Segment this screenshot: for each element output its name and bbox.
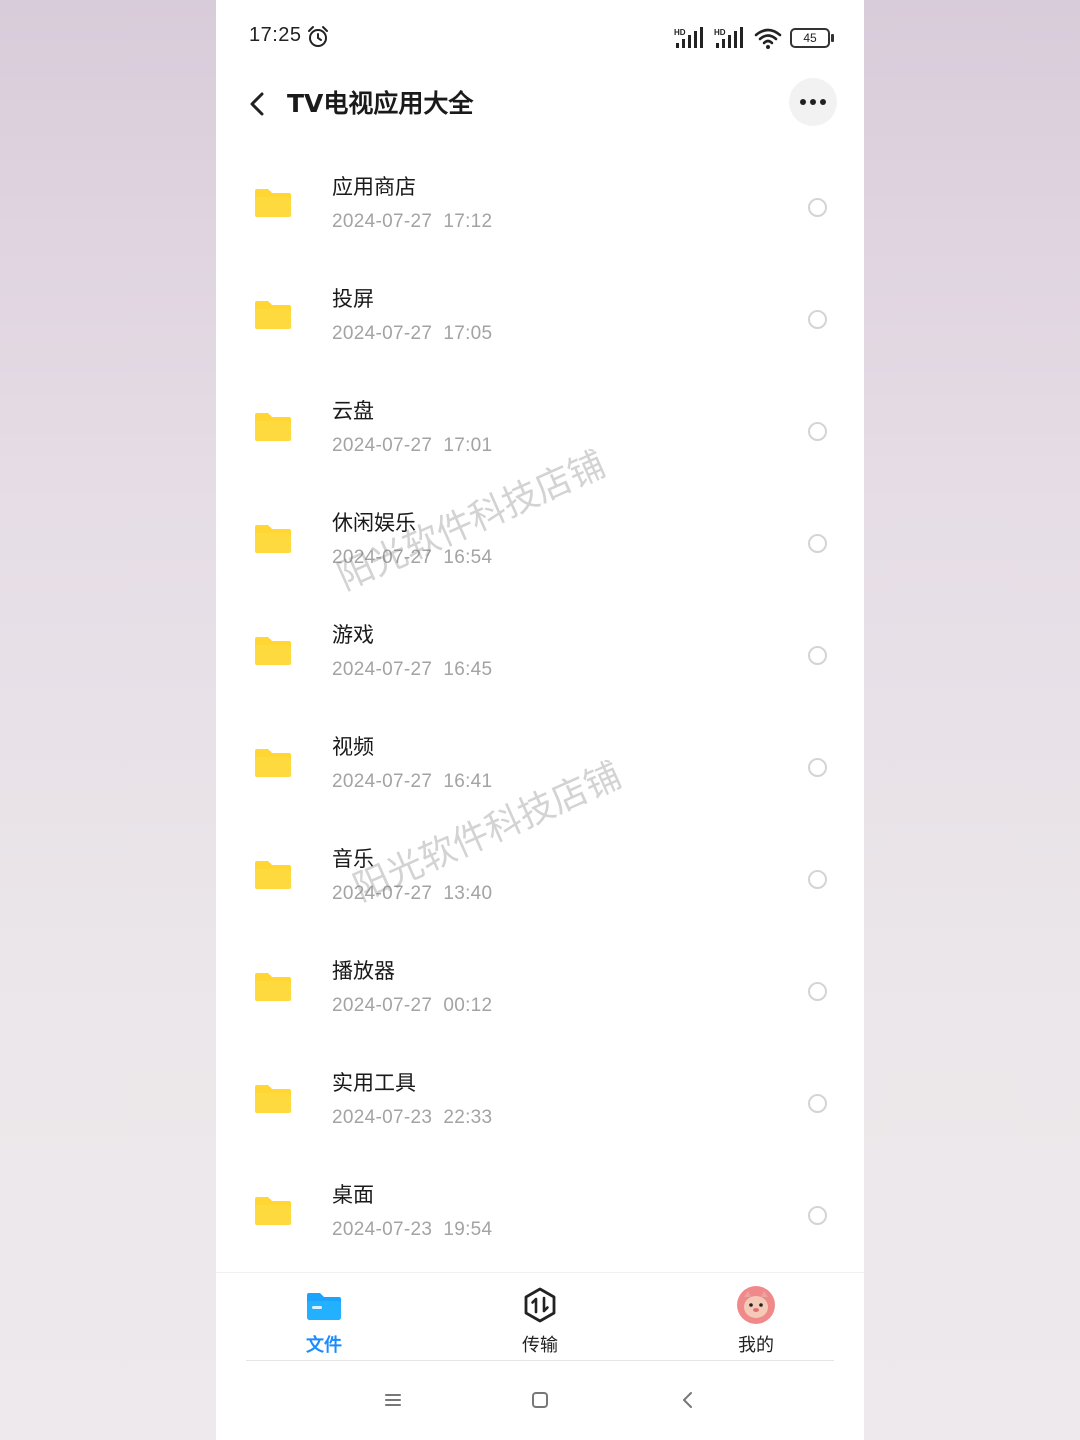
file-name: 休闲娱乐 xyxy=(332,511,416,535)
select-radio[interactable] xyxy=(808,198,827,217)
folder-icon xyxy=(255,861,291,889)
file-name: 云盘 xyxy=(332,399,374,423)
phone-screen: 17:25 HD HD 45 TV电视应用大全 应用商店 2024-07-27 … xyxy=(216,0,864,1440)
select-radio[interactable] xyxy=(808,646,827,665)
system-navigation-bar xyxy=(216,1365,864,1440)
file-date: 2024-07-27 17:05 xyxy=(332,323,493,344)
select-radio[interactable] xyxy=(808,310,827,329)
more-dots-icon xyxy=(800,99,826,105)
home-icon[interactable] xyxy=(525,1385,555,1415)
folder-icon xyxy=(255,973,291,1001)
file-date: 2024-07-27 16:45 xyxy=(332,659,493,680)
svg-text:HD: HD xyxy=(714,28,726,37)
header: TV电视应用大全 xyxy=(216,76,864,132)
file-list-item[interactable]: 应用商店 2024-07-27 17:12 xyxy=(216,142,864,254)
folder-icon xyxy=(255,525,291,553)
alarm-clock-icon xyxy=(308,26,328,47)
folder-icon xyxy=(255,1085,291,1113)
status-time: 17:25 xyxy=(249,24,302,46)
tab-me[interactable]: 我的 xyxy=(696,1285,816,1365)
back-nav-icon[interactable] xyxy=(673,1385,703,1415)
tab-label: 传输 xyxy=(522,1335,558,1356)
select-radio[interactable] xyxy=(808,1206,827,1225)
folder-icon xyxy=(255,413,291,441)
menu-icon[interactable] xyxy=(378,1385,408,1415)
tab-transfer[interactable]: 传输 xyxy=(480,1285,600,1365)
more-options-button[interactable] xyxy=(789,78,837,126)
select-radio[interactable] xyxy=(808,982,827,1001)
folder-tab-icon xyxy=(307,1293,341,1320)
file-date: 2024-07-23 19:54 xyxy=(332,1219,493,1240)
folder-icon xyxy=(255,749,291,777)
file-list-item[interactable]: 播放器 2024-07-27 00:12 xyxy=(216,926,864,1038)
back-button[interactable] xyxy=(240,86,276,122)
transfer-icon xyxy=(524,1287,556,1323)
file-list-item[interactable]: 桌面 2024-07-23 19:54 xyxy=(216,1150,864,1262)
file-date: 2024-07-27 16:54 xyxy=(332,547,493,568)
file-list-item[interactable]: 视频 2024-07-27 16:41 xyxy=(216,702,864,814)
select-radio[interactable] xyxy=(808,870,827,889)
avatar-icon xyxy=(737,1286,775,1324)
file-list-item[interactable]: 休闲娱乐 2024-07-27 16:54 xyxy=(216,478,864,590)
battery-indicator: 45 xyxy=(790,28,834,48)
nav-divider xyxy=(246,1360,834,1361)
file-date: 2024-07-23 22:33 xyxy=(332,1107,493,1128)
select-radio[interactable] xyxy=(808,422,827,441)
tab-files[interactable]: 文件 xyxy=(264,1285,384,1365)
status-bar: 17:25 HD HD 45 xyxy=(216,0,864,76)
select-radio[interactable] xyxy=(808,1094,827,1113)
folder-icon xyxy=(255,189,291,217)
file-list-item[interactable]: 实用工具 2024-07-23 22:33 xyxy=(216,1038,864,1150)
bottom-navigation: 文件 传输 我的 xyxy=(216,1272,864,1363)
file-list-item[interactable]: 游戏 2024-07-27 16:45 xyxy=(216,590,864,702)
file-name: 投屏 xyxy=(332,287,374,311)
file-list-item[interactable]: 云盘 2024-07-27 17:01 xyxy=(216,366,864,478)
signal-icon-2: HD xyxy=(714,27,743,48)
file-name: 桌面 xyxy=(332,1183,374,1207)
folder-icon xyxy=(255,1197,291,1225)
select-radio[interactable] xyxy=(808,758,827,777)
signal-icon: HD xyxy=(674,27,703,48)
svg-text:HD: HD xyxy=(674,28,686,37)
file-name: 视频 xyxy=(332,735,374,759)
file-list: 应用商店 2024-07-27 17:12 投屏 2024-07-27 17:0… xyxy=(216,142,864,1272)
file-date: 2024-07-27 17:12 xyxy=(332,211,493,232)
file-date: 2024-07-27 00:12 xyxy=(332,995,493,1016)
tab-label: 我的 xyxy=(738,1335,774,1356)
file-list-item[interactable]: 音乐 2024-07-27 13:40 xyxy=(216,814,864,926)
file-date: 2024-07-27 13:40 xyxy=(332,883,493,904)
file-date: 2024-07-27 16:41 xyxy=(332,771,493,792)
page-title: TV电视应用大全 xyxy=(287,89,474,118)
file-list-item[interactable]: 投屏 2024-07-27 17:05 xyxy=(216,254,864,366)
wifi-icon xyxy=(754,28,782,49)
folder-icon xyxy=(255,301,291,329)
select-radio[interactable] xyxy=(808,534,827,553)
status-icons: HD HD 45 xyxy=(674,24,834,52)
file-name: 实用工具 xyxy=(332,1071,416,1095)
folder-icon xyxy=(255,637,291,665)
file-name: 播放器 xyxy=(332,959,395,983)
file-name: 游戏 xyxy=(332,623,374,647)
file-name: 应用商店 xyxy=(332,175,416,199)
file-name: 音乐 xyxy=(332,847,374,871)
file-date: 2024-07-27 17:01 xyxy=(332,435,493,456)
tab-label: 文件 xyxy=(306,1335,342,1356)
